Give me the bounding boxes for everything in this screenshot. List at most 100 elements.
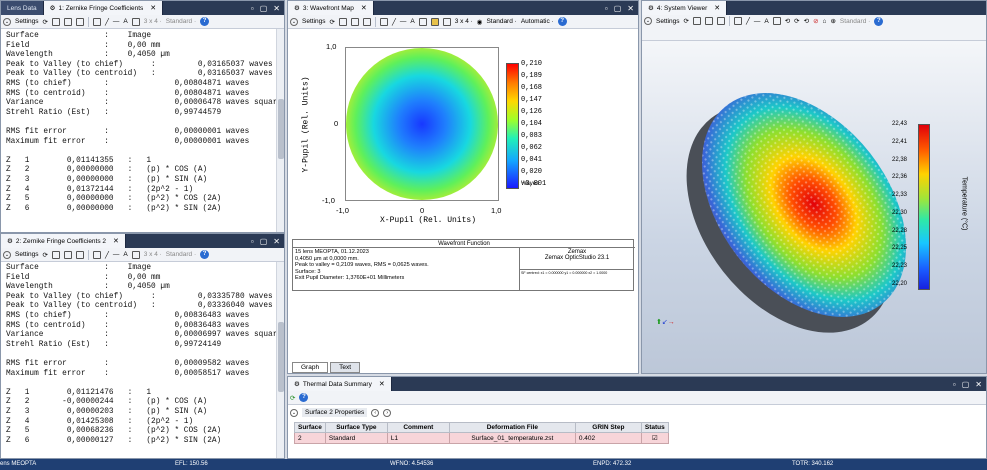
lock-icon[interactable]	[418, 17, 427, 26]
close-icon[interactable]: ✕	[714, 4, 720, 12]
scrollbar[interactable]	[276, 262, 284, 458]
help-icon[interactable]: ?	[299, 393, 309, 402]
settings-button[interactable]: Settings	[15, 251, 39, 258]
zoom-icon[interactable]: ⊕	[830, 17, 835, 25]
close-icon[interactable]: ✕	[113, 237, 119, 245]
copy-icon[interactable]	[51, 17, 60, 26]
chevron-down-icon[interactable]: ⌄	[3, 250, 11, 259]
rectangle-tool-icon[interactable]	[92, 250, 101, 259]
maximize-icon[interactable]: ▢	[260, 237, 268, 246]
save-icon[interactable]	[704, 17, 713, 25]
close-window-icon[interactable]: ✕	[273, 237, 280, 246]
maximize-icon[interactable]: ▢	[962, 380, 970, 389]
rotate-y-icon[interactable]: ⟳	[794, 17, 799, 25]
tab-text[interactable]: Text	[330, 362, 360, 373]
cell-deformation-file[interactable]: Surface_01_temperature.zst	[448, 432, 576, 444]
table-row[interactable]: 2 Standard L1 Surface_01_temperature.zst…	[294, 432, 669, 444]
maximize-icon[interactable]: ▢	[260, 4, 268, 13]
minimize-icon[interactable]: ▫	[251, 4, 254, 13]
close-icon[interactable]: ✕	[150, 4, 156, 12]
3d-viewport[interactable]: ⬆↙→ 22,43 22,41 22,38 22,36 22,33 22,30 22,28 2…	[642, 41, 986, 373]
line-tool-icon[interactable]: ╱	[105, 18, 109, 26]
minimize-icon[interactable]: ▫	[251, 237, 254, 246]
help-icon[interactable]: ?	[200, 250, 210, 259]
dash-tool-icon[interactable]: —	[754, 18, 761, 25]
help-icon[interactable]: ?	[557, 17, 567, 26]
save-icon[interactable]	[63, 17, 72, 26]
surface-properties-header[interactable]: Surface 2 Properties	[302, 408, 368, 417]
layout-dropdown[interactable]: 3 x 4 ·	[144, 18, 162, 25]
close-window-icon[interactable]: ✕	[627, 4, 634, 13]
settings-button[interactable]: Settings	[656, 18, 680, 25]
standard-dropdown[interactable]: Standard ·	[486, 18, 516, 25]
scrollbar[interactable]	[276, 29, 284, 232]
print-icon[interactable]	[75, 17, 84, 26]
standard-dropdown[interactable]: Standard ·	[166, 18, 196, 25]
tab-thermal[interactable]: ⚙ Thermal Data Summary ✕	[288, 377, 392, 391]
copy-icon[interactable]	[338, 17, 347, 26]
rotate-z-icon[interactable]: ⟲	[804, 17, 809, 25]
dash-tool-icon[interactable]: —	[400, 18, 407, 25]
chevron-down-icon[interactable]: ⌄	[644, 17, 652, 25]
text-tool-icon[interactable]: A	[410, 18, 414, 25]
stop-icon[interactable]: ⊘	[813, 17, 818, 25]
grid-view-icon[interactable]	[430, 17, 439, 26]
automatic-dropdown[interactable]: Automatic ·	[521, 18, 554, 25]
rectangle-tool-icon[interactable]	[379, 17, 388, 26]
cell-grin-step[interactable]: 0.402	[574, 432, 642, 444]
rotate-x-icon[interactable]: ⟲	[785, 17, 790, 25]
cell-status-checkbox[interactable]: ☑	[640, 432, 669, 444]
dash-tool-icon[interactable]: —	[113, 251, 120, 258]
minimize-icon[interactable]: ▫	[953, 380, 956, 389]
cell-surface[interactable]: 2	[294, 432, 326, 444]
tab-zernike-1[interactable]: ⚙ 1: Zernike Fringe Coefficients ✕	[43, 1, 164, 15]
settings-button[interactable]: Settings	[302, 18, 326, 25]
next-icon[interactable]: ›	[383, 408, 392, 417]
rectangle-tool-icon[interactable]	[733, 17, 742, 25]
previous-icon[interactable]: ‹	[371, 408, 380, 417]
home-icon[interactable]: ⌂	[823, 18, 827, 25]
settings-button[interactable]: Settings	[15, 18, 39, 25]
refresh-icon[interactable]: ⟳	[330, 18, 335, 26]
cell-surface-type[interactable]: Standard	[324, 432, 388, 444]
line-tool-icon[interactable]: ╱	[392, 18, 396, 26]
fit-view-icon[interactable]	[442, 17, 451, 26]
help-icon[interactable]: ?	[874, 16, 884, 26]
tab-wavefront-map[interactable]: ⚙ 3: Wavefront Map ✕	[288, 1, 374, 15]
print-icon[interactable]	[716, 17, 725, 25]
tab-graph[interactable]: Graph	[292, 362, 329, 373]
close-icon[interactable]: ✕	[361, 4, 367, 12]
rotate-icon[interactable]: ◉	[477, 18, 483, 26]
copy-icon[interactable]	[51, 250, 60, 259]
chevron-down-icon[interactable]: ⌄	[3, 17, 11, 26]
refresh-icon[interactable]: ⟳	[684, 17, 689, 25]
layout-dropdown[interactable]: 3 x 4 ·	[144, 251, 162, 258]
refresh-icon[interactable]: ⟳	[43, 18, 48, 26]
text-tool-icon[interactable]: A	[123, 251, 127, 258]
close-icon[interactable]: ✕	[379, 380, 385, 388]
refresh-icon[interactable]: ⟳	[43, 251, 48, 259]
save-icon[interactable]	[350, 17, 359, 26]
chevron-down-icon[interactable]: ⌄	[290, 408, 298, 417]
dash-tool-icon[interactable]: —	[113, 18, 120, 25]
help-icon[interactable]: ?	[200, 17, 210, 26]
lock-icon[interactable]	[131, 17, 140, 26]
copy-icon[interactable]	[692, 17, 701, 25]
tab-zernike-2[interactable]: ⚙ 2: Zernike Fringe Coefficients 2 ✕	[1, 234, 126, 248]
rectangle-tool-icon[interactable]	[92, 17, 101, 26]
line-tool-icon[interactable]: ╱	[746, 17, 750, 25]
layout-dropdown[interactable]: 3 x 4 ·	[455, 18, 473, 25]
standard-dropdown[interactable]: Standard ·	[840, 18, 870, 25]
chevron-down-icon[interactable]: ⌄	[290, 17, 298, 26]
lock-icon[interactable]	[131, 250, 140, 259]
text-tool-icon[interactable]: A	[764, 18, 768, 25]
close-window-icon[interactable]: ✕	[273, 4, 280, 13]
save-icon[interactable]	[63, 250, 72, 259]
tab-lens-data[interactable]: Lens Data	[1, 1, 44, 15]
print-icon[interactable]	[75, 250, 84, 259]
lock-icon[interactable]	[772, 17, 781, 25]
line-tool-icon[interactable]: ╱	[105, 251, 109, 259]
close-window-icon[interactable]: ✕	[975, 380, 982, 389]
text-tool-icon[interactable]: A	[123, 18, 127, 25]
maximize-icon[interactable]: ▢	[614, 4, 622, 13]
